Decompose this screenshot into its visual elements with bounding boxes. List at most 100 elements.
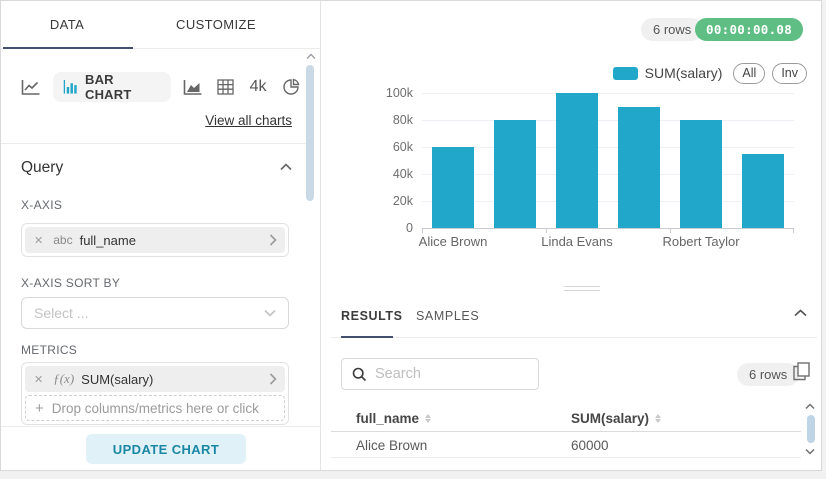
bar[interactable] [556,93,598,228]
gridline [422,201,794,202]
tab-results[interactable]: RESULTS [341,309,403,323]
bar[interactable] [432,147,474,228]
tab-data[interactable]: DATA [1,1,133,49]
chart-row-count-badge: 6 rows [641,18,703,41]
column-type-badge: abc [53,233,72,247]
table-scrollbar-thumb[interactable] [807,415,815,443]
legend-all-button[interactable]: All [733,63,765,84]
viz-type-row: BAR CHART 4k [15,72,307,102]
chevron-down-icon [264,309,276,317]
query-section-title: Query [21,159,63,177]
y-tick-label: 0 [406,221,413,235]
panel-tabs-bar: DATA CUSTOMIZE [1,1,320,49]
gridline [422,147,794,148]
results-table-header: full_name SUM(salary) [331,405,801,432]
y-axis-labels: 020k40k60k80k100k [373,93,413,228]
axis-tick [422,229,423,233]
column-header-full-name[interactable]: full_name [356,411,431,426]
pie-chart-icon[interactable] [275,78,307,96]
table-scroll-down-icon[interactable] [805,448,815,455]
results-row-count-badge: 6 rows [737,363,799,386]
x-axis-line [422,228,794,229]
dropzone-text: Drop columns/metrics here or click [52,401,259,416]
bar-chart-icon [63,79,78,95]
bar[interactable] [680,120,722,228]
bar[interactable] [494,120,536,228]
app-window: DATA CUSTOMIZE BAR CHART [0,0,822,471]
x-tick-label: Linda Evans [541,234,613,249]
x-axis-sort-label: X-AXIS SORT BY [21,276,120,290]
x-axis-control: ✕ abc full_name [21,223,289,257]
table-scroll-up-icon[interactable] [805,403,815,410]
select-placeholder: Select ... [34,305,264,321]
metric-type-badge: ƒ(x) [53,371,74,387]
remove-icon[interactable]: ✕ [34,234,43,247]
panel-scrollbar-thumb[interactable] [306,65,314,201]
area-chart-icon[interactable] [177,79,209,96]
column-header-label: SUM(salary) [571,411,649,426]
sort-icon[interactable] [425,414,431,423]
bar[interactable] [742,154,784,228]
y-tick-label: 40k [393,167,413,181]
view-all-charts-link[interactable]: View all charts [205,113,292,128]
axis-tick [793,229,794,233]
copy-icon[interactable] [793,362,810,381]
gridline [422,120,794,121]
metric-value-pill[interactable]: ✕ ƒ(x) SUM(salary) [25,366,285,392]
x-axis-value-pill[interactable]: ✕ abc full_name [25,227,285,253]
column-header-label: full_name [356,411,419,426]
search-icon [352,367,367,382]
axis-tick [670,229,671,233]
viz-type-bar-chart[interactable]: BAR CHART [53,72,171,102]
metrics-label: METRICS [21,343,77,357]
metric-name: SUM(salary) [81,372,269,387]
axis-tick [546,229,547,233]
metrics-dropzone[interactable]: + Drop columns/metrics here or click [25,395,285,421]
legend-inv-button[interactable]: Inv [772,63,807,84]
x-tick-label: Robert Taylor [662,234,739,249]
chart-legend: SUM(salary) All Inv [331,62,807,84]
x-axis-labels: Alice BrownLinda EvansRobert Taylor [422,234,794,250]
query-collapse-icon[interactable] [280,163,292,171]
panel-resize-handle[interactable] [564,286,600,294]
bar[interactable] [618,107,660,229]
table-icon[interactable] [209,79,241,95]
column-header-sum-salary[interactable]: SUM(salary) [571,411,661,426]
gridline [422,93,794,94]
sort-icon[interactable] [655,414,661,423]
results-tabs-bar: RESULTS SAMPLES [331,301,817,338]
legend-swatch[interactable] [613,67,638,80]
footer-divider [1,426,321,427]
big-number-icon[interactable]: 4k [241,78,275,96]
table-row[interactable]: Alice Brown 60000 [331,432,801,458]
update-chart-button[interactable]: UPDATE CHART [86,434,246,464]
cell-full-name: Alice Brown [356,438,427,453]
results-collapse-icon[interactable] [794,309,807,317]
plus-icon: + [35,400,44,417]
query-timer-badge: 00:00:00.08 [695,18,803,41]
legend-series-label[interactable]: SUM(salary) [645,65,723,81]
line-chart-icon[interactable] [15,79,47,96]
remove-icon[interactable]: ✕ [34,373,43,386]
active-tab-indicator [3,47,133,49]
panel-scroll-up-icon[interactable] [306,53,316,60]
y-tick-label: 80k [393,113,413,127]
results-search[interactable] [341,358,539,390]
x-axis-column-name: full_name [80,233,269,248]
cell-sum-salary: 60000 [571,438,609,453]
chevron-right-icon[interactable] [269,234,277,246]
y-tick-label: 20k [393,194,413,208]
metrics-control: ✕ ƒ(x) SUM(salary) + Drop columns/metric… [21,362,289,425]
x-axis-label: X-AXIS [21,198,62,212]
tab-samples[interactable]: SAMPLES [416,309,479,323]
active-results-tab-indicator [341,336,393,338]
x-axis-sort-select[interactable]: Select ... [21,297,289,329]
tab-customize[interactable]: CUSTOMIZE [133,1,299,49]
chevron-right-icon[interactable] [269,373,277,385]
gridline [422,174,794,175]
y-tick-label: 100k [386,86,413,100]
viz-type-label: BAR CHART [85,72,159,102]
y-tick-label: 60k [393,140,413,154]
data-panel: DATA CUSTOMIZE BAR CHART [1,1,321,470]
search-input[interactable] [375,366,528,382]
